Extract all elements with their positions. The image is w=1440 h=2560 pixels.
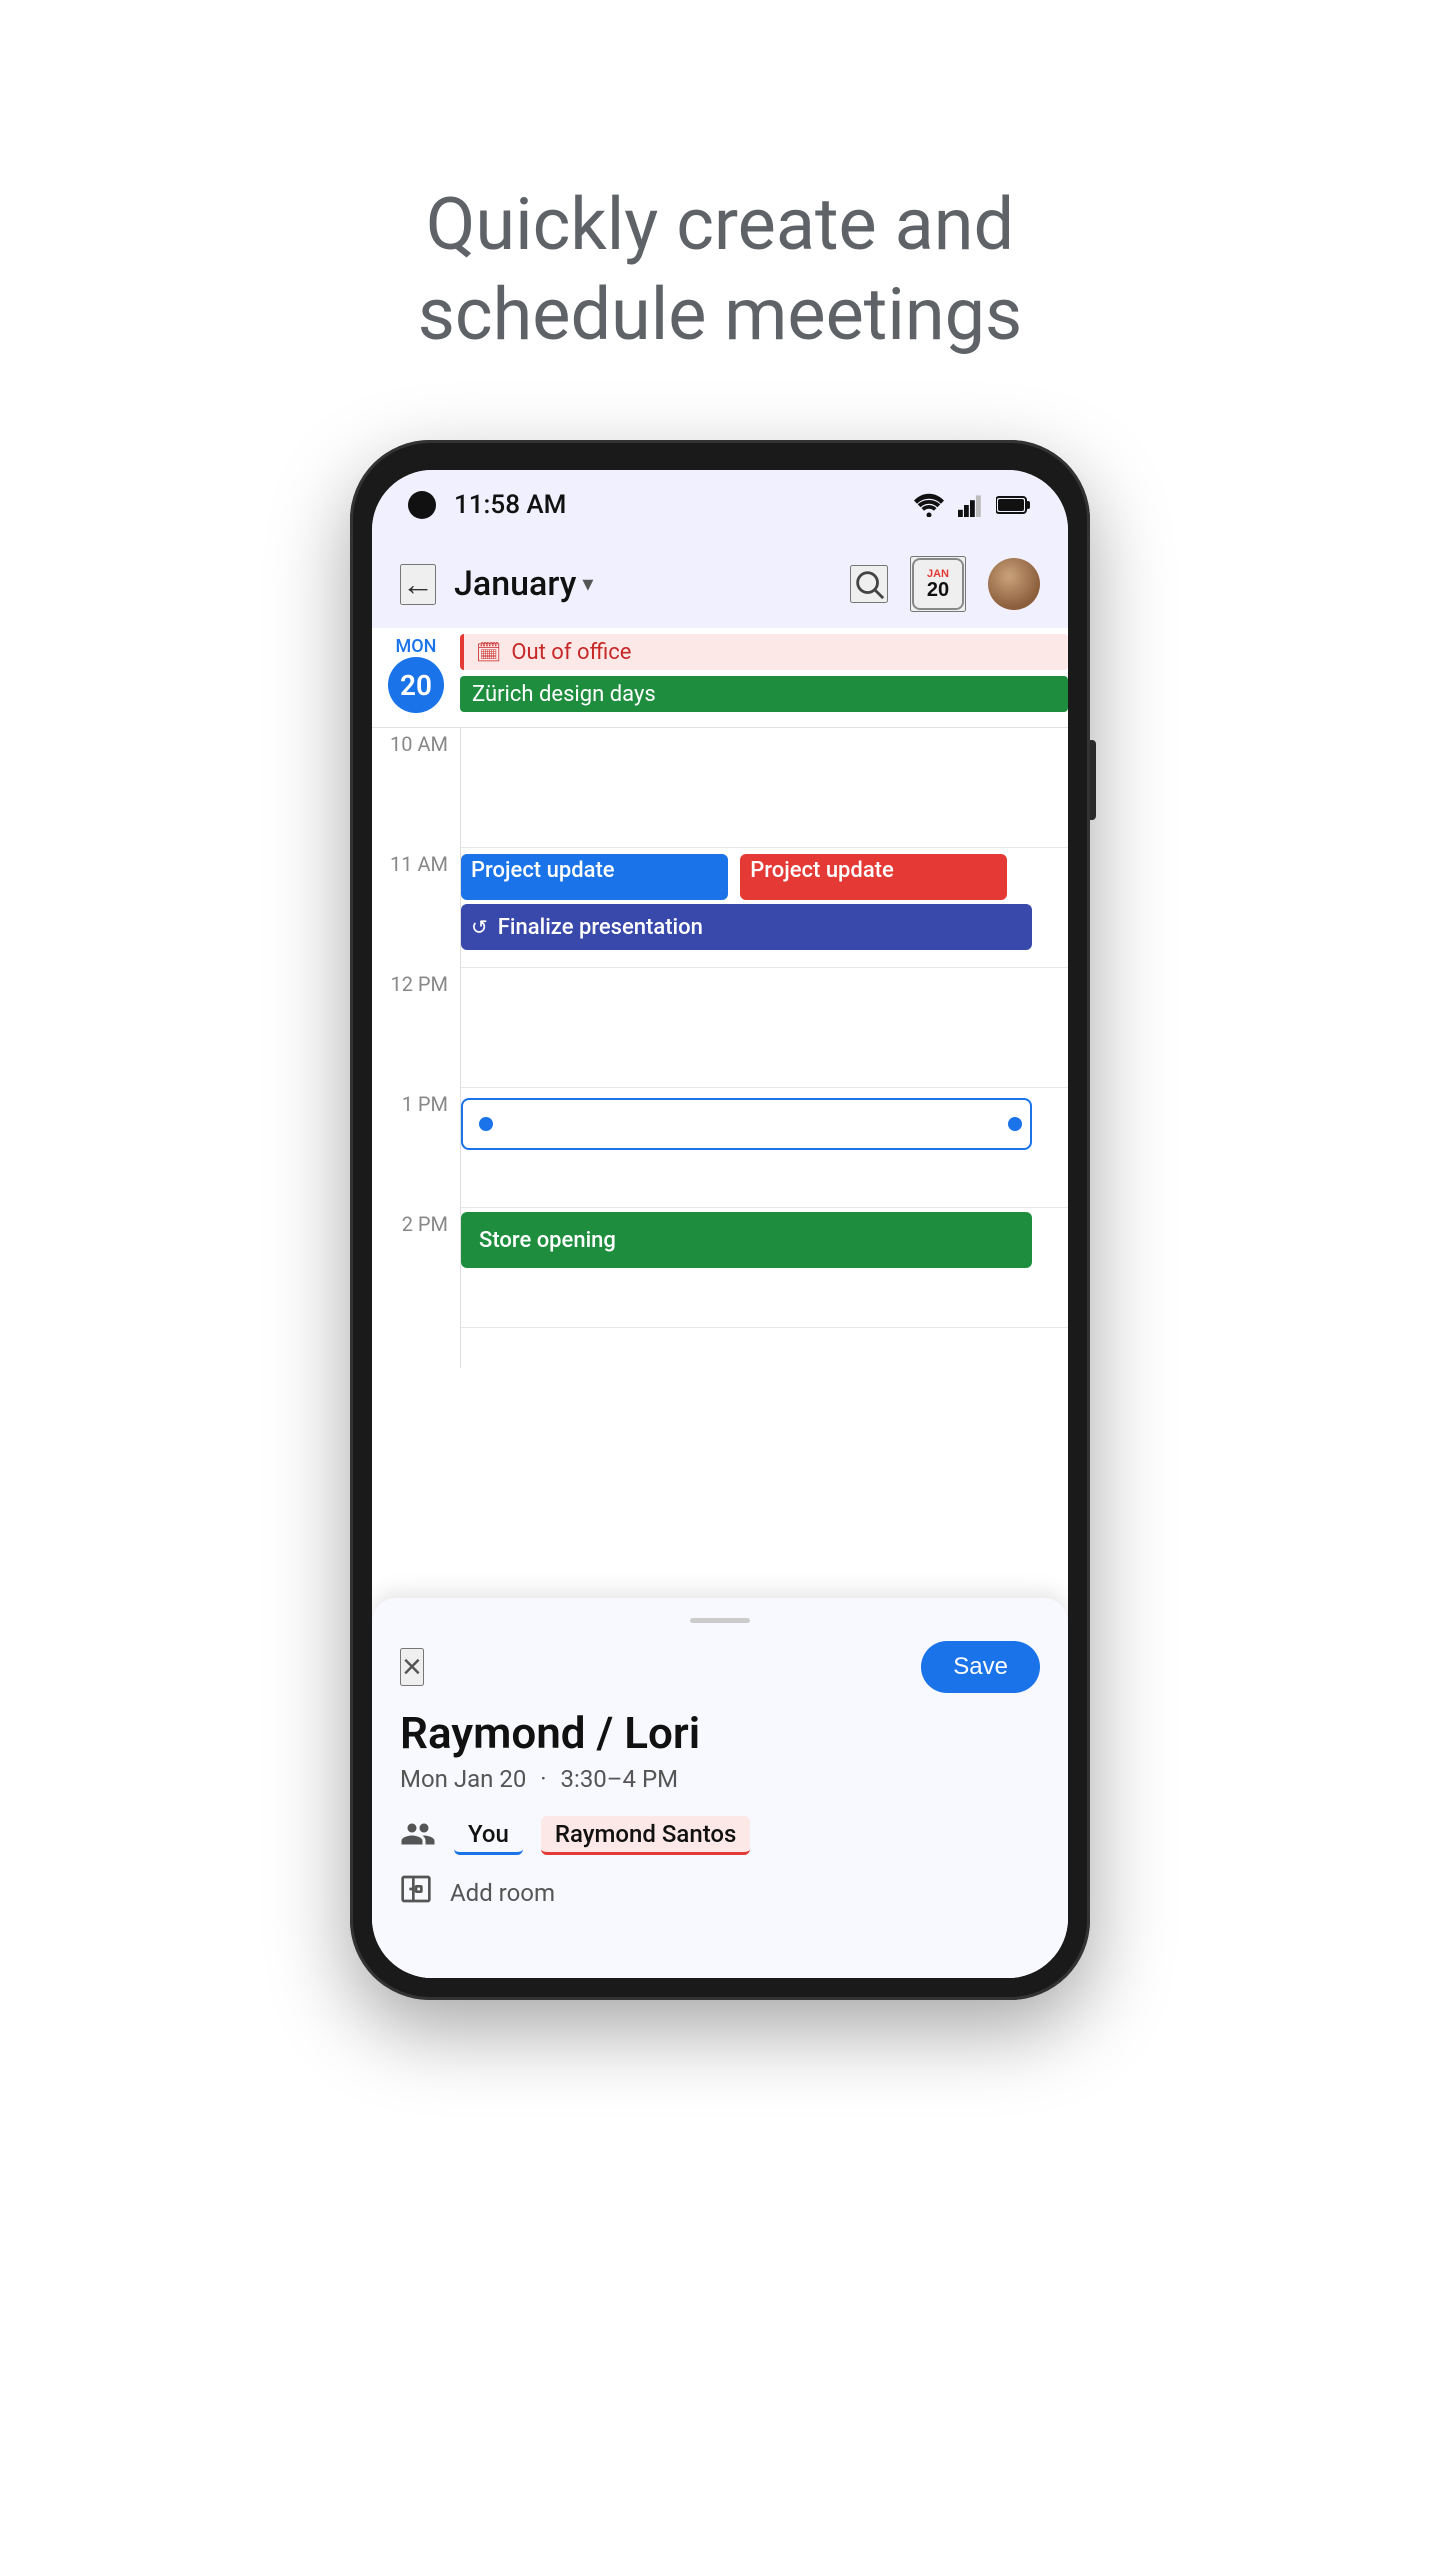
back-button[interactable]: ← — [400, 564, 436, 605]
grid-line-1pm — [461, 1088, 1068, 1208]
meeting-time-text: 3:30–4 PM — [561, 1765, 679, 1793]
time-label-2pm: 2 PM — [372, 1208, 460, 1328]
signal-icon — [956, 493, 984, 517]
attendee-raymond[interactable]: Raymond Santos — [541, 1816, 751, 1855]
today-button[interactable]: JAN 20 — [910, 556, 966, 612]
status-time: 11:58 AM — [454, 490, 566, 520]
grid-line-10am — [461, 728, 1068, 848]
month-label: January — [454, 564, 576, 604]
attendee-you[interactable]: You — [454, 1816, 523, 1855]
time-grid: 10 AM 11 AM 12 PM 1 PM 2 PM Proj — [372, 728, 1068, 1368]
store-opening-event[interactable]: Store opening — [461, 1212, 1032, 1268]
search-icon — [852, 567, 886, 601]
out-of-office-event[interactable]: 🗓 Out of office — [460, 634, 1068, 670]
camera — [408, 491, 436, 519]
room-icon — [400, 1873, 432, 1913]
project-update-event-red[interactable]: Project update — [740, 854, 1007, 900]
meeting-title: Raymond / Lori — [400, 1707, 1040, 1759]
page-headline: Quickly create and schedule meetings — [380, 90, 1060, 360]
meeting-datetime: Mon Jan 20 · 3:30–4 PM — [400, 1765, 1040, 1793]
battery-icon — [996, 494, 1032, 516]
month-selector[interactable]: January ▾ — [454, 564, 593, 604]
attendees-row: You Raymond Santos — [400, 1815, 1040, 1855]
finalize-presentation-event[interactable]: ↺ Finalize presentation — [461, 904, 1032, 950]
time-label-12pm: 12 PM — [372, 968, 460, 1088]
separator: · — [540, 1765, 546, 1793]
sheet-handle — [690, 1618, 750, 1623]
status-icons — [914, 493, 1032, 517]
save-button[interactable]: Save — [921, 1641, 1040, 1693]
app-header: ← January ▾ JAN 20 — [372, 540, 1068, 628]
allday-section: 🗓 Out of office Zürich design days — [372, 628, 1068, 728]
wifi-icon — [914, 493, 944, 517]
date-number: 20 — [388, 657, 444, 713]
time-label-10am: 10 AM — [372, 728, 460, 848]
drag-handle-left — [479, 1117, 493, 1131]
date-label: Mon 20 — [372, 628, 460, 713]
today-badge: JAN 20 — [912, 558, 964, 610]
meeting-date-text: Mon Jan 20 — [400, 1765, 526, 1793]
avatar-image — [988, 558, 1040, 610]
attendees-icon — [400, 1815, 436, 1855]
status-bar: 11:58 AM — [372, 470, 1068, 540]
zurich-event[interactable]: Zürich design days — [460, 676, 1068, 712]
dropdown-arrow-icon: ▾ — [582, 572, 593, 597]
phone-frame: 11:58 AM — [350, 440, 1090, 2000]
grid-line-12pm — [461, 968, 1068, 1088]
add-room-row[interactable]: Add room — [400, 1873, 1040, 1913]
meeting-bottom-sheet: × Save Raymond / Lori Mon Jan 20 · 3:30–… — [372, 1598, 1068, 1978]
grid-lines: Project update Project update ↺ Finalize… — [460, 728, 1068, 1368]
add-room-label: Add room — [450, 1879, 555, 1907]
phone-screen: 11:58 AM — [372, 470, 1068, 1978]
time-labels: 10 AM 11 AM 12 PM 1 PM 2 PM — [372, 728, 460, 1368]
project-update-event-blue[interactable]: Project update — [461, 854, 728, 900]
close-button[interactable]: × — [400, 1648, 424, 1686]
grid-line-11am: Project update Project update ↺ Finalize… — [461, 848, 1068, 968]
avatar[interactable] — [988, 558, 1040, 610]
day-of-week: Mon — [396, 636, 437, 657]
time-label-1pm: 1 PM — [372, 1088, 460, 1208]
search-button[interactable] — [850, 565, 888, 603]
header-actions: JAN 20 — [850, 556, 1040, 612]
dragging-event[interactable] — [461, 1098, 1032, 1150]
time-label-11am: 11 AM — [372, 848, 460, 968]
sheet-header: × Save — [400, 1641, 1040, 1693]
grid-line-2pm: Store opening — [461, 1208, 1068, 1328]
drag-handle-right — [1008, 1117, 1022, 1131]
